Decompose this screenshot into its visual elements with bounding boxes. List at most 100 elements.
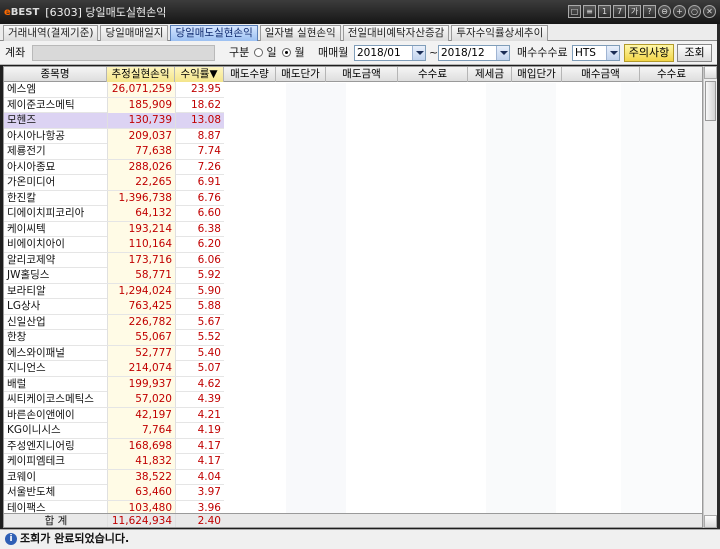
table-row[interactable]: KG이니시스 7,764 4.19 xyxy=(4,423,224,439)
table-row[interactable]: 씨티케이코스메틱스 57,020 4.39 xyxy=(4,392,224,408)
scroll-down-icon[interactable] xyxy=(704,515,717,528)
status-message: 조회가 완료되었습니다. xyxy=(20,532,130,545)
return-rate: 5.40 xyxy=(175,345,224,361)
tab-0[interactable]: 거래내역(결제기준) xyxy=(3,25,99,41)
table-row[interactable]: 알리코제약 173,716 6.06 xyxy=(4,252,224,268)
table-row[interactable]: 신일산업 226,782 5.67 xyxy=(4,314,224,330)
notice-button[interactable]: 주의사항 xyxy=(624,44,674,62)
table-row[interactable]: 에스엠 26,071,259 23.95 xyxy=(4,82,224,98)
tab-2[interactable]: 당일매도실현손익 xyxy=(170,25,258,41)
realized-pnl: 209,037 xyxy=(107,128,175,144)
return-rate: 6.60 xyxy=(175,206,224,221)
column-header[interactable]: 매도단가 xyxy=(276,67,326,82)
table-row[interactable]: 서울반도체 63,460 3.97 xyxy=(4,485,224,501)
tab-4[interactable]: 전일대비예탁자산증감 xyxy=(342,25,450,41)
table-row[interactable]: 모헨즈 130,739 13.08 xyxy=(4,113,224,129)
chevron-down-icon[interactable] xyxy=(606,46,619,60)
column-header[interactable]: 제세금 xyxy=(468,67,512,82)
tab-5[interactable]: 투자수익률상세추이 xyxy=(451,25,549,41)
realized-pnl: 26,071,259 xyxy=(107,82,175,97)
column-header[interactable]: 종목명 xyxy=(4,67,107,82)
table-row[interactable]: 제룡전기 77,638 7.74 xyxy=(4,144,224,160)
account-label: 계좌 xyxy=(5,46,26,59)
fee-select[interactable]: HTS xyxy=(572,45,620,61)
restore-icon[interactable]: ○ xyxy=(688,5,701,18)
return-rate: 6.91 xyxy=(175,175,224,190)
table-row[interactable]: 코웨이 38,522 4.04 xyxy=(4,469,224,485)
stock-name: 배럴 xyxy=(7,377,27,390)
seven-icon[interactable]: 7 xyxy=(613,5,626,18)
text-icon[interactable]: 가 xyxy=(628,5,641,18)
minus-icon[interactable]: ⊖ xyxy=(658,5,671,18)
help-icon[interactable]: ? xyxy=(643,5,656,18)
radio-month-button[interactable] xyxy=(282,48,291,57)
stock-name: 알리코제약 xyxy=(7,253,56,266)
stock-name: 신일산업 xyxy=(7,315,46,328)
return-rate: 5.07 xyxy=(175,361,224,376)
table-row[interactable]: 바른손이앤에이 42,197 4.21 xyxy=(4,407,224,423)
close-icon[interactable]: ✕ xyxy=(703,5,716,18)
list-icon[interactable]: ≡ xyxy=(583,5,596,18)
column-header[interactable]: 매입단가 xyxy=(512,67,562,82)
vertical-scrollbar[interactable] xyxy=(703,66,717,528)
to-month-select[interactable]: 2018/12 xyxy=(438,45,510,61)
chevron-down-icon[interactable] xyxy=(412,46,425,60)
column-header[interactable]: 매도수량 xyxy=(224,67,276,82)
table-row[interactable]: 케이씨텍 193,214 6.38 xyxy=(4,221,224,237)
column-header[interactable]: 매도금액 xyxy=(326,67,398,82)
return-rate: 4.62 xyxy=(175,376,224,392)
column-header[interactable]: 매수금액 xyxy=(562,67,640,82)
realized-pnl: 214,074 xyxy=(107,361,175,376)
stock-name: 에스엠 xyxy=(7,83,36,95)
radio-day-button[interactable] xyxy=(254,48,263,57)
return-rate: 13.08 xyxy=(175,113,224,128)
return-rate: 5.90 xyxy=(175,283,224,299)
table-row[interactable]: 에스와이패널 52,777 5.40 xyxy=(4,345,224,361)
stock-name: 코웨이 xyxy=(7,470,36,483)
table-row[interactable]: 가온미디어 22,265 6.91 xyxy=(4,175,224,191)
table-row[interactable]: 아시아나항공 209,037 8.87 xyxy=(4,128,224,144)
column-header[interactable]: 수익률▼ xyxy=(175,67,224,82)
stock-name: 디에이치피코리아 xyxy=(7,207,85,219)
stock-name: 제이준코스메틱 xyxy=(7,98,75,111)
chevron-down-icon[interactable] xyxy=(496,46,509,60)
add-icon[interactable]: + xyxy=(673,5,686,18)
scroll-up-icon[interactable] xyxy=(704,66,717,79)
table-row[interactable]: 주성엔지니어링 168,698 4.17 xyxy=(4,438,224,454)
table-row[interactable]: JW홀딩스 58,771 5.92 xyxy=(4,268,224,284)
window-icon[interactable]: □ xyxy=(568,5,581,18)
table-row[interactable]: 보라티알 1,294,024 5.90 xyxy=(4,283,224,299)
realized-pnl: 7,764 xyxy=(107,423,175,438)
total-pnl: 11,624,934 xyxy=(107,514,175,527)
tab-3[interactable]: 일자별 실현손익 xyxy=(259,25,341,41)
pnl-table: 종목명 추정실현손익 수익률▼ 매도수량 매도단가 매도금액 수수료 제세금 매입단가 매수금액 수… xyxy=(3,66,703,528)
column-header[interactable]: 수수료 xyxy=(398,67,468,82)
table-row[interactable]: 배럴 199,937 4.62 xyxy=(4,376,224,392)
from-month-select[interactable]: 2018/01 xyxy=(354,45,426,61)
table-row[interactable]: 비에이치아이 110,164 6.20 xyxy=(4,237,224,253)
radio-month[interactable]: 월 xyxy=(282,45,305,61)
scroll-thumb[interactable] xyxy=(705,81,716,121)
account-input[interactable] xyxy=(32,45,215,61)
column-header[interactable]: 추정실현손익 xyxy=(107,67,175,82)
query-button[interactable]: 조회 xyxy=(677,44,712,62)
realized-pnl: 199,937 xyxy=(107,376,175,392)
table-row[interactable]: 제이준코스메틱 185,909 18.62 xyxy=(4,97,224,113)
stock-name: 한창 xyxy=(7,331,27,343)
table-row[interactable]: 아시아종묘 288,026 7.26 xyxy=(4,159,224,175)
one-icon[interactable]: 1 xyxy=(598,5,611,18)
return-rate: 4.21 xyxy=(175,407,224,423)
table-row[interactable]: 지니언스 214,074 5.07 xyxy=(4,361,224,377)
table-row[interactable]: 케이피엠테크 41,832 4.17 xyxy=(4,454,224,470)
table-row[interactable]: 한창 55,067 5.52 xyxy=(4,330,224,346)
stock-name: 보라티알 xyxy=(7,284,46,297)
table-row[interactable]: 한진칼 1,396,738 6.76 xyxy=(4,190,224,206)
table-row[interactable]: 디에이치피코리아 64,132 6.60 xyxy=(4,206,224,222)
title-bar: eBEST [6303] 당일매도실현손익 □ ≡ 1 7 가? ⊖ + ○ ✕ xyxy=(0,0,720,24)
status-bar: i 조회가 완료되었습니다. xyxy=(0,529,720,549)
radio-day[interactable]: 일 xyxy=(254,45,277,61)
table-row[interactable]: LG상사 763,425 5.88 xyxy=(4,299,224,315)
column-header[interactable]: 수수료 xyxy=(640,67,702,82)
trade-month-label: 매매월 xyxy=(318,46,349,59)
tab-1[interactable]: 당일매매일지 xyxy=(100,25,169,41)
